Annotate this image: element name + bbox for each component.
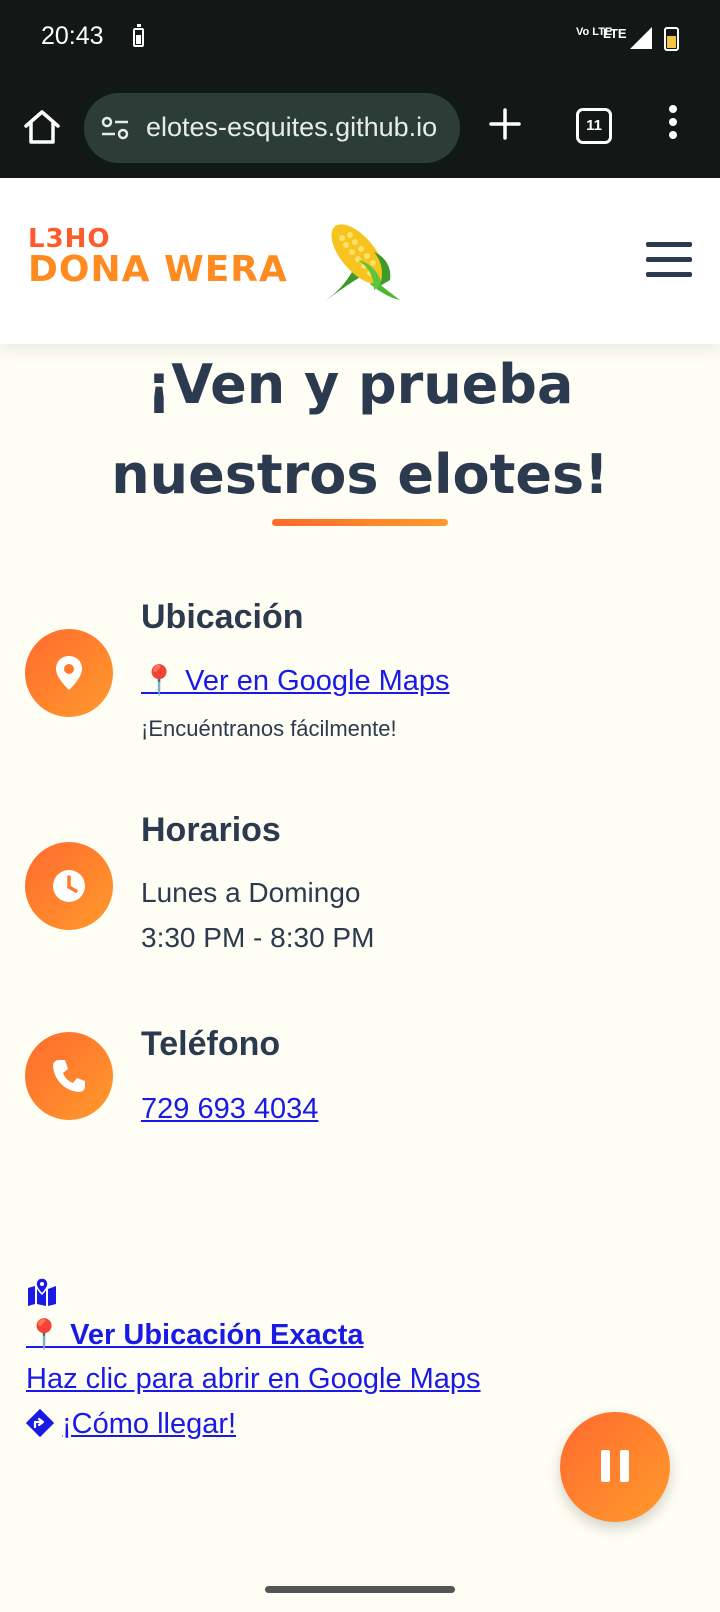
hamburger-icon[interactable] xyxy=(646,242,692,278)
pause-button[interactable] xyxy=(560,1412,670,1522)
home-indicator[interactable] xyxy=(265,1586,455,1593)
phone-link[interactable]: 729 693 4034 xyxy=(141,1093,318,1126)
status-time: 20:43 xyxy=(41,22,104,50)
phone-title: Teléfono xyxy=(141,1025,281,1063)
map-marked-icon[interactable] xyxy=(26,1278,58,1306)
clock-icon xyxy=(53,870,85,902)
location-pin-icon xyxy=(56,656,82,690)
hours-icon-badge xyxy=(25,842,113,930)
google-maps-link[interactable]: 📍 Ver en Google Maps xyxy=(141,664,450,698)
browser-toolbar: elotes-esquites.github.io 11 xyxy=(0,80,720,178)
corn-icon xyxy=(324,224,400,302)
title-underline xyxy=(272,519,448,526)
page-title: ¡Ven y prueba nuestros elotes! xyxy=(111,353,609,506)
location-note: ¡Encuéntranos fácilmente! xyxy=(141,716,397,741)
more-icon[interactable] xyxy=(667,105,679,145)
pause-icon xyxy=(601,1450,610,1482)
plus-icon[interactable] xyxy=(487,106,523,142)
exact-location-link[interactable]: 📍 Ver Ubicación Exacta xyxy=(26,1318,364,1352)
phone-icon xyxy=(53,1060,85,1092)
directions-link[interactable]: ¡Cómo llegar! xyxy=(26,1408,236,1441)
open-maps-link[interactable]: Haz clic para abrir en Google Maps xyxy=(26,1363,481,1396)
battery-small-icon xyxy=(133,24,144,47)
signal-icon xyxy=(630,27,652,49)
pause-icon-bar xyxy=(620,1450,629,1482)
site-header: L3HO DONA WERA xyxy=(0,178,720,344)
location-icon-badge xyxy=(25,629,113,717)
location-title: Ubicación xyxy=(141,598,304,636)
status-bar: 20:43 Vo LTE LTE xyxy=(0,0,720,80)
address-bar[interactable]: elotes-esquites.github.io xyxy=(84,93,460,163)
hours-time: 3:30 PM - 8:30 PM xyxy=(141,922,375,953)
tabs-icon[interactable]: 11 xyxy=(576,108,612,144)
phone-icon-badge xyxy=(25,1032,113,1120)
battery-icon xyxy=(664,27,679,51)
site-info-icon[interactable] xyxy=(100,115,130,141)
directions-label: ¡Cómo llegar! xyxy=(62,1408,237,1440)
site-logo[interactable]: L3HO DONA WERA xyxy=(28,226,288,288)
url-text: elotes-esquites.github.io xyxy=(146,112,438,142)
hours-title: Horarios xyxy=(141,811,281,849)
logo-line2: DONA WERA xyxy=(28,249,288,290)
directions-icon xyxy=(26,1409,54,1437)
network-type: LTE xyxy=(603,26,627,41)
home-icon[interactable] xyxy=(22,107,62,147)
hours-days: Lunes a Domingo xyxy=(141,877,361,908)
